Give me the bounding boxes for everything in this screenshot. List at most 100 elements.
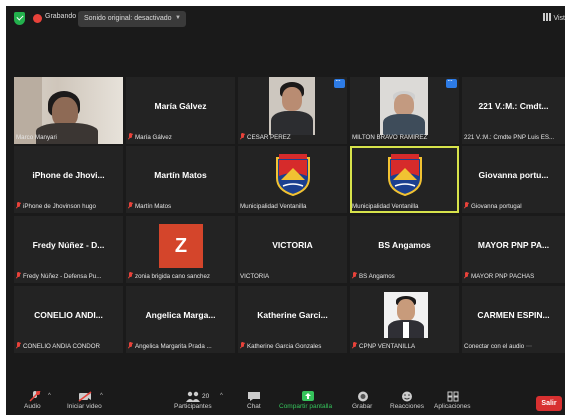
chat-icon	[248, 392, 260, 401]
video-tile[interactable]: Angelica Marga... Angelica Margarita Pra…	[126, 286, 235, 353]
video-tile[interactable]: María Gálvez María Gálvez	[126, 77, 235, 144]
municipality-logo	[388, 154, 422, 196]
muted-mic-icon	[16, 342, 21, 349]
video-tile[interactable]: BS Angamos BS Angamos	[350, 216, 459, 283]
original-sound-label: Sonido original: desactivado	[84, 15, 172, 22]
smiley-icon	[402, 391, 412, 402]
audio-connect-icon: ⋯	[525, 343, 533, 350]
muted-mic-icon	[29, 391, 41, 402]
security-shield-icon[interactable]	[14, 12, 25, 25]
view-label: Vist	[553, 15, 565, 22]
muted-mic-icon	[16, 272, 21, 279]
participant-label: MILTON BRAVO RAMIREZ	[352, 134, 428, 141]
participant-label: CPNP VENTANILLA	[352, 342, 457, 350]
video-tile[interactable]: Katherine Garci... Katherine Garcia Gonz…	[238, 286, 347, 353]
leave-button[interactable]: Salir	[536, 396, 562, 411]
muted-mic-icon	[352, 272, 357, 279]
recording-label: Grabando	[45, 13, 77, 20]
participants-icon	[186, 391, 200, 402]
participant-name: MAYOR PNP PA...	[477, 240, 550, 250]
participant-label: MAYOR PNP PACHAS	[464, 272, 563, 280]
original-sound-toggle[interactable]: Sonido original: desactivado ▼	[78, 11, 186, 27]
participant-label: BS Angamos	[352, 272, 457, 280]
view-button[interactable]: Vist	[543, 13, 565, 22]
participant-label: Giovanna portugal	[464, 202, 563, 210]
video-tile[interactable]: Martín Matos Martín Matos	[126, 146, 235, 213]
zoom-window: Grabando Sonido original: desactivado ▼ …	[6, 6, 565, 415]
participant-name: iPhone de Jhovi...	[32, 170, 105, 180]
audio-label: Audio	[24, 403, 41, 410]
participant-video	[380, 77, 428, 135]
participant-label: Angelica Margarita Prada ...	[128, 342, 233, 350]
participant-label: Martín Matos	[128, 202, 233, 210]
participant-name: BS Angamos	[378, 240, 431, 250]
video-off-icon	[78, 391, 92, 402]
share-label: Compartir pantalla	[279, 403, 333, 410]
meeting-toolbar: ^ Audio ^ Iniciar video 20 ^ Participant…	[6, 389, 565, 415]
video-tile[interactable]: Municipalidad Ventanilla	[238, 146, 347, 213]
top-bar: Grabando Sonido original: desactivado ▼ …	[6, 6, 565, 32]
recording-icon	[33, 14, 42, 23]
muted-mic-icon	[128, 133, 133, 140]
participant-label: zonia brigida cano sanchez	[128, 272, 233, 280]
muted-mic-icon	[16, 202, 21, 209]
participant-video	[384, 292, 428, 338]
video-tile[interactable]: Fredy Núñez - D... Fredy Núñez - Defensa…	[14, 216, 123, 283]
participant-label: Municipalidad Ventanilla	[240, 203, 307, 210]
video-tile[interactable]: MILTON BRAVO RAMIREZ	[350, 77, 459, 144]
more-options-icon[interactable]	[446, 77, 457, 88]
participant-label: Conectar con el audio ⋯	[464, 343, 533, 350]
video-tile[interactable]: MAYOR PNP PA... MAYOR PNP PACHAS	[462, 216, 565, 283]
participant-name: Katherine Garci...	[257, 310, 328, 320]
participant-label: Fredy Núñez - Defensa Pu...	[16, 272, 121, 280]
chevron-up-icon: ^	[48, 393, 51, 399]
participant-name: Giovanna portu...	[478, 170, 549, 180]
share-screen-icon	[302, 391, 314, 401]
video-tile[interactable]: Marco Manyari	[14, 77, 123, 144]
participant-name: CARMEN ESPIN...	[477, 310, 550, 320]
muted-mic-icon	[240, 133, 245, 140]
participant-label: Katherine Garcia Gonzales	[240, 342, 345, 350]
participant-name: María Gálvez	[154, 101, 207, 111]
video-tile[interactable]: CESAR PEREZ	[238, 77, 347, 144]
video-label: Iniciar video	[67, 403, 102, 410]
participant-label: 221 V.:M.: Cmdte PNP Luis ES...	[464, 134, 555, 141]
muted-mic-icon	[128, 342, 133, 349]
participants-label: Participantes	[174, 403, 212, 410]
participant-label: iPhone de Jhovinson hugo	[16, 202, 121, 210]
grid-icon	[543, 13, 552, 21]
muted-mic-icon	[352, 342, 357, 349]
more-options-icon[interactable]	[334, 77, 345, 88]
participant-label: Municipalidad Ventanilla	[352, 203, 419, 210]
apps-icon	[447, 391, 459, 402]
video-tile[interactable]: iPhone de Jhovi... iPhone de Jhovinson h…	[14, 146, 123, 213]
video-tile[interactable]: CARMEN ESPIN... Conectar con el audio ⋯	[462, 286, 565, 353]
participant-label: CESAR PEREZ	[240, 133, 345, 141]
chevron-down-icon: ▼	[175, 15, 181, 21]
participant-label: CONELIO ANDIA CONDOR	[16, 342, 121, 350]
participant-label: María Gálvez	[128, 133, 233, 141]
chevron-up-icon: ^	[220, 393, 223, 399]
video-tile[interactable]: Z zonia brigida cano sanchez	[126, 216, 235, 283]
participant-video	[269, 77, 315, 135]
participant-name: CONELIO ANDI...	[34, 310, 103, 320]
participant-name: VICTORIA	[272, 240, 313, 250]
participant-name: Angelica Marga...	[145, 310, 216, 320]
video-tile[interactable]: CPNP VENTANILLA	[350, 286, 459, 353]
record-label: Grabar	[352, 403, 373, 410]
video-tile[interactable]: VICTORIA VICTORIA	[238, 216, 347, 283]
participant-label: Marco Manyari	[16, 134, 57, 141]
active-speaker-tile[interactable]: Municipalidad Ventanilla	[350, 146, 459, 213]
muted-mic-icon	[128, 202, 133, 209]
participant-label: VICTORIA	[240, 273, 270, 280]
video-tile[interactable]: CONELIO ANDI... CONELIO ANDIA CONDOR	[14, 286, 123, 353]
participant-name: Fredy Núñez - D...	[32, 240, 105, 250]
video-tile[interactable]: 221 V.:M.: Cmdt... 221 V.:M.: Cmdte PNP …	[462, 77, 565, 144]
video-tile[interactable]: Giovanna portu... Giovanna portugal	[462, 146, 565, 213]
muted-mic-icon	[464, 272, 469, 279]
chat-label: Chat	[247, 403, 261, 410]
record-icon	[358, 391, 368, 402]
muted-mic-icon	[128, 272, 133, 279]
participants-count: 20	[202, 393, 210, 400]
reactions-label: Reacciones	[390, 403, 424, 410]
